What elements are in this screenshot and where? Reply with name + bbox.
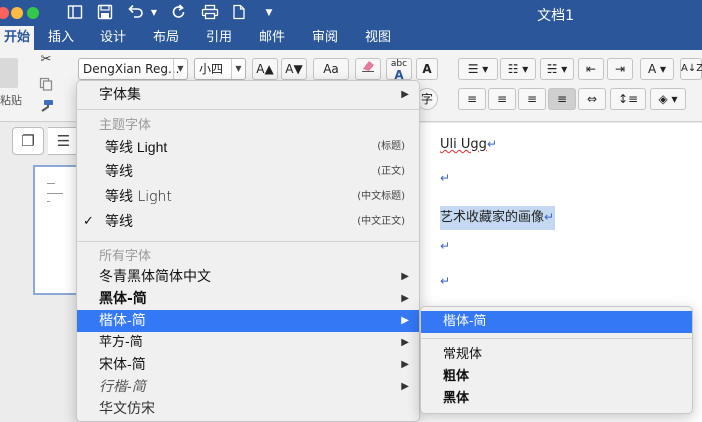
decrease-indent-icon[interactable]: ⇤ (578, 58, 604, 80)
checkmark-icon: ✓ (83, 214, 94, 229)
page-thumbnail[interactable] (33, 165, 81, 295)
submenu-item-black[interactable]: 黑体 (421, 388, 692, 410)
menu-item-font-sets[interactable]: 字体集 ▶ (77, 84, 419, 106)
close-window-button[interactable] (0, 7, 9, 19)
menu-item-font-pingfang[interactable]: 苹方-简 ▶ (77, 332, 419, 354)
undo-icon[interactable] (126, 4, 146, 22)
bullets-icon[interactable]: ☰ ▾ (458, 58, 498, 80)
print-icon[interactable] (200, 4, 220, 22)
tab-home[interactable]: 开始 (0, 26, 35, 50)
menu-divider (77, 241, 419, 242)
multilevel-list-icon[interactable]: ☵ ▾ (540, 58, 574, 80)
submenu-item-bold[interactable]: 粗体 (421, 366, 692, 388)
redo-icon[interactable] (170, 4, 188, 22)
sort-button[interactable]: A↓Z (680, 58, 702, 80)
undo-dropdown-icon[interactable]: ▼ (149, 4, 159, 22)
tab-review[interactable]: 审阅 (312, 26, 338, 50)
doc-line-4[interactable]: ↵ (440, 239, 450, 254)
character-border-button[interactable]: A (416, 58, 438, 80)
customize-icon[interactable]: ▼ (263, 4, 275, 22)
paragraph-mark: ↵ (440, 274, 451, 288)
distribute-icon[interactable]: ⇔ (578, 88, 606, 110)
justify-icon[interactable]: ≡ (548, 88, 576, 110)
paragraph-mark: ↵ (544, 210, 555, 224)
tab-design[interactable]: 设计 (100, 26, 126, 50)
save-icon[interactable] (96, 4, 114, 22)
copy-icon[interactable] (38, 77, 54, 93)
shrink-font-button[interactable]: A▼ (281, 58, 307, 80)
text-direction-icon[interactable]: A ▾ (640, 58, 674, 80)
align-center-icon[interactable]: ≡ (488, 88, 516, 110)
change-case-button[interactable]: Aa (313, 58, 349, 80)
paragraph-mark: ↵ (486, 137, 497, 151)
doc-line-5[interactable]: ↵ (440, 274, 450, 289)
doc-line-3[interactable]: 艺术收藏家的画像↵ (440, 206, 556, 230)
phonetic-guide-button[interactable]: abc A (386, 58, 412, 81)
selected-text: 艺术收藏家的画像↵ (440, 206, 556, 230)
menu-item-font-kaiti[interactable]: 楷体-简 ▶ (77, 310, 419, 332)
submenu-arrow-icon: ▶ (401, 381, 409, 392)
cut-icon[interactable]: ✂ (38, 52, 54, 68)
menu-item-font-dongqing[interactable]: 冬青黑体简体中文 ▶ (77, 266, 419, 288)
doc-line-1[interactable]: Uli Ugg↵ (440, 137, 497, 152)
menu-item-font-fangsong[interactable]: 华文仿宋 (77, 398, 419, 420)
submenu-item-kaiti[interactable]: 楷体-简 (421, 311, 692, 333)
paste-icon[interactable] (0, 58, 18, 88)
doc-line-2[interactable]: ↵ (440, 171, 450, 186)
increase-indent-icon[interactable]: ⇥ (607, 58, 633, 80)
doc-text: 艺术收藏家的画像 (440, 210, 545, 225)
paragraph-mark: ↵ (440, 239, 451, 253)
submenu-arrow-icon: ▶ (401, 271, 409, 282)
submenu-arrow-icon: ▶ (401, 337, 409, 348)
menu-header-all-fonts: 所有字体 (99, 249, 152, 264)
submenu-arrow-icon: ▶ (401, 293, 409, 304)
doc-text: Uli Ugg (440, 137, 487, 152)
tab-insert[interactable]: 插入 (48, 26, 74, 50)
minimize-window-button[interactable] (11, 7, 23, 19)
menu-item-theme-cn-heading-font[interactable]: 等线 Light (中文标题) (77, 186, 419, 208)
sidebar-icon[interactable] (66, 4, 84, 22)
menu-item-font-heiti[interactable]: 黑体-简 ▶ (77, 288, 419, 310)
window-title: 文档1 (537, 8, 574, 24)
tab-layout[interactable]: 布局 (153, 26, 179, 50)
shading-icon[interactable]: ◈ ▾ (650, 88, 686, 110)
numbering-icon[interactable]: ☷ ▾ (500, 58, 536, 80)
menu-divider (77, 109, 419, 110)
submenu-arrow-icon: ▶ (401, 89, 409, 100)
menu-item-theme-heading-font[interactable]: 等线 Light (标题) (77, 136, 419, 158)
submenu-arrow-icon: ▶ (401, 359, 409, 370)
align-left-icon[interactable]: ≡ (458, 88, 486, 110)
clear-formatting-icon[interactable] (355, 58, 381, 80)
tab-mailings[interactable]: 邮件 (259, 26, 285, 50)
chevron-down-icon[interactable]: ▼ (173, 59, 187, 79)
paste-label[interactable]: 粘贴 (0, 92, 22, 108)
menu-header-theme-fonts: 主题字体 (99, 118, 152, 133)
thumbnails-tab-icon[interactable]: ❐ (12, 127, 44, 155)
font-size-combobox[interactable]: 小四 ▼ (194, 58, 246, 80)
format-painter-icon[interactable] (38, 99, 54, 115)
menu-divider (421, 338, 692, 339)
font-name-value: DengXian Reg... (83, 62, 180, 76)
grow-font-button[interactable]: A▲ (252, 58, 278, 80)
menu-item-theme-body-font[interactable]: 等线 (正文) (77, 161, 419, 183)
submenu-arrow-icon: ▶ (401, 315, 409, 326)
line-spacing-icon[interactable]: ↕≡ (610, 88, 646, 110)
menu-item-font-songti[interactable]: 宋体-简 ▶ (77, 354, 419, 376)
font-name-combobox[interactable]: DengXian Reg... ▼ (78, 58, 188, 80)
ribbon-tabs: 开始 插入 设计 布局 引用 邮件 审阅 视图 (0, 26, 702, 50)
title-bar: ▼ ▼ 文档1 (0, 0, 702, 26)
menu-item-font-xingkai[interactable]: 行楷-简 ▶ (77, 376, 419, 398)
tab-view[interactable]: 视图 (365, 26, 391, 50)
font-style-submenu: 楷体-简 常规体 粗体 黑体 (420, 306, 693, 414)
zoom-window-button[interactable] (27, 7, 39, 19)
chevron-down-icon[interactable]: ▼ (231, 59, 245, 79)
align-right-icon[interactable]: ≡ (518, 88, 546, 110)
tab-references[interactable]: 引用 (206, 26, 232, 50)
paragraph-mark: ↵ (440, 171, 451, 185)
font-dropdown-menu: 字体集 ▶ 主题字体 等线 Light (标题) 等线 (正文) 等线 Ligh… (76, 80, 420, 422)
new-doc-icon[interactable] (231, 4, 247, 22)
submenu-item-regular[interactable]: 常规体 (421, 344, 692, 366)
font-size-value: 小四 (199, 62, 224, 76)
menu-item-theme-cn-body-font[interactable]: ✓ 等线 (中文正文) (77, 211, 419, 233)
